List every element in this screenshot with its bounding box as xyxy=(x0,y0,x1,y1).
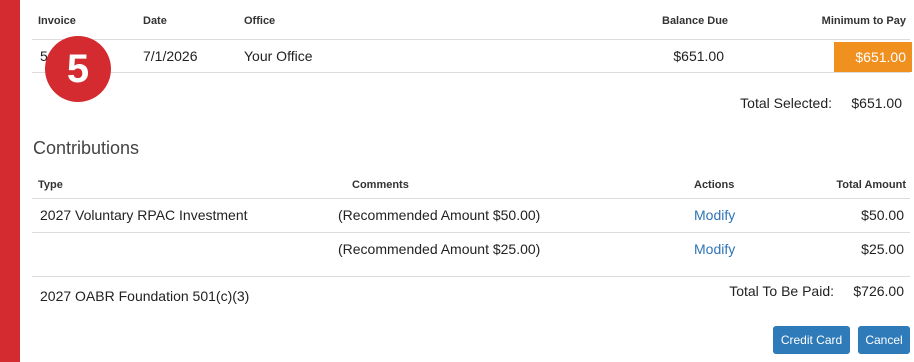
contrib-amount: $25.00 xyxy=(861,241,904,257)
modify-link[interactable]: Modify xyxy=(694,241,735,257)
contrib-header-divider xyxy=(32,198,910,199)
row-divider xyxy=(32,72,910,73)
total-to-be-paid-value: $726.00 xyxy=(853,283,904,299)
header-actions: Actions xyxy=(694,179,735,191)
contributions-title: Contributions xyxy=(33,138,140,158)
header-balance-due: Balance Due xyxy=(662,15,729,27)
left-accent-bar xyxy=(0,0,20,362)
header-office: Office xyxy=(244,15,276,27)
contrib-type: 2027 Voluntary RPAC Investment xyxy=(40,207,248,223)
contrib-footer-type: 2027 OABR Foundation 501(c)(3) xyxy=(40,288,250,304)
header-minimum-to-pay: Minimum to Pay xyxy=(821,15,906,27)
contrib-row-divider xyxy=(32,232,910,233)
header-invoice: Invoice xyxy=(38,15,76,27)
modify-link[interactable]: Modify xyxy=(694,207,735,223)
contrib-comment: (Recommended Amount $50.00) xyxy=(338,207,541,223)
contrib-amount: $50.00 xyxy=(861,207,904,223)
total-selected-value: $651.00 xyxy=(851,95,902,111)
header-date: Date xyxy=(143,15,167,27)
invoice-office: Your Office xyxy=(244,48,313,64)
minimum-to-pay-cell[interactable]: $651.00 xyxy=(834,42,912,72)
total-to-be-paid-label: Total To Be Paid: xyxy=(729,283,834,299)
contrib-comment: (Recommended Amount $25.00) xyxy=(338,241,541,257)
contrib-row-divider xyxy=(32,276,910,277)
invoice-balance-due: $651.00 xyxy=(673,48,724,64)
total-selected-label: Total Selected: xyxy=(740,95,832,111)
step-number-badge: 5 xyxy=(45,36,111,102)
credit-card-button[interactable]: Credit Card xyxy=(773,326,850,354)
header-comments: Comments xyxy=(352,179,409,191)
header-type: Type xyxy=(38,179,63,191)
invoice-date: 7/1/2026 xyxy=(143,48,198,64)
header-total-amount: Total Amount xyxy=(836,179,906,191)
header-divider xyxy=(32,39,910,40)
cancel-button[interactable]: Cancel xyxy=(858,326,910,354)
